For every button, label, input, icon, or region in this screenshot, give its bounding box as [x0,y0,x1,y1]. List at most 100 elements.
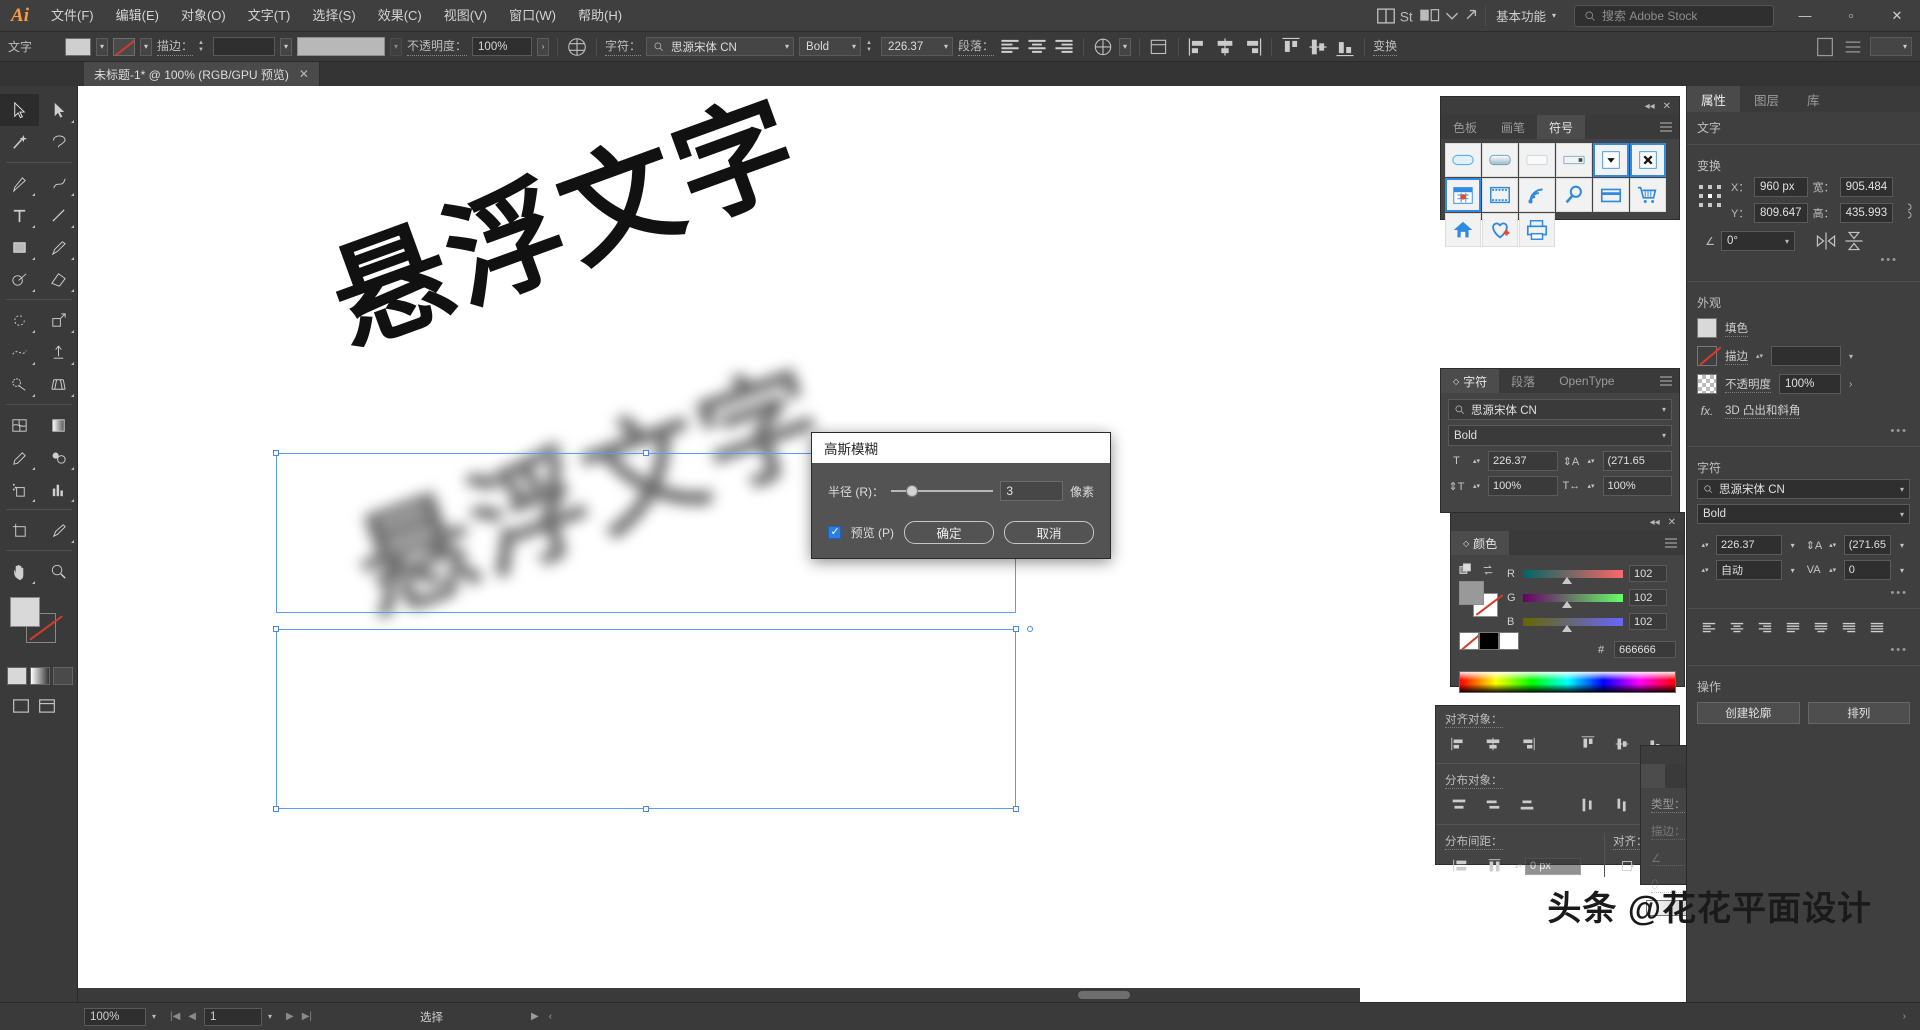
prop-leading-value[interactable]: (271.65 [1843,535,1891,555]
stroke-weight-dropdown-icon[interactable]: ▾ [280,37,293,56]
document-setup-icon[interactable] [1814,36,1836,58]
opacity-flyout-icon[interactable]: › [1849,379,1852,390]
leading-group[interactable]: ⇕A ▴▾ (271.65 [1563,451,1672,471]
stroke-dropdown-icon[interactable]: ▾ [140,37,152,56]
align-center-icon[interactable] [1026,36,1048,58]
tab-brushes[interactable]: 画笔 [1489,115,1537,139]
fill-swatch[interactable] [1459,581,1484,605]
menu-edit[interactable]: 编辑(E) [105,0,170,32]
menu-help[interactable]: 帮助(H) [567,0,633,32]
symbol-button-rounded-light[interactable] [1445,143,1481,177]
minimize-button[interactable]: — [1782,0,1828,32]
stepper-icon[interactable]: ▴▾ [1583,482,1600,490]
symbol-printer[interactable] [1519,213,1555,247]
align-right-icon[interactable] [1053,36,1075,58]
tool-direct-selection[interactable] [39,94,78,126]
stepper-icon[interactable]: ▴▾ [1825,566,1841,574]
collapse-icon[interactable]: ◂◂ [1645,101,1655,112]
character-more-options[interactable]: ••• [1687,585,1920,603]
height-input[interactable]: 435.993 [1839,203,1894,223]
tool-zoom[interactable] [39,555,78,587]
stroke-weight-stepper[interactable]: ▲ ▼ [198,40,208,53]
stroke-weight-stepper[interactable]: ▴▾ [1756,352,1763,360]
tool-shaper[interactable] [0,263,39,295]
menu-object[interactable]: 对象(O) [170,0,237,32]
selection-handle[interactable] [1013,626,1019,632]
symbols-panel[interactable]: ◂◂ ✕ 色板 画笔 符号 [1440,96,1680,247]
stepper-icon[interactable]: ▴▾ [1697,566,1713,574]
color-fill-stroke-swatches[interactable] [1459,581,1499,617]
black-swatch[interactable] [1479,632,1499,650]
stepper-icon[interactable]: ▴▾ [1583,457,1600,465]
radius-input[interactable]: 3 [1000,481,1063,501]
prop-kerning-group[interactable]: ▴▾ 自动 ▾ [1697,560,1801,580]
link-dimensions-icon[interactable] [1901,177,1915,224]
screen-mode-icon[interactable] [1419,5,1441,27]
fill-swatch[interactable] [1697,318,1717,338]
spacing-stepper[interactable]: ▴▾ [1515,862,1522,870]
selection-handle[interactable] [643,806,649,812]
tab-symbols[interactable]: 符号 [1537,115,1586,139]
symbol-magnifier[interactable] [1556,178,1592,212]
close-icon[interactable]: ✕ [1668,517,1676,528]
tool-paintbrush[interactable] [39,231,78,263]
chevron-down-icon[interactable]: ▾ [1785,566,1801,575]
prop-tracking-group[interactable]: VA ▴▾ 0 ▾ [1806,560,1910,580]
tool-pen[interactable] [0,167,39,199]
reference-point-widget[interactable] [1697,177,1723,212]
status-play-icon[interactable]: ▶ [531,1011,539,1022]
align-left-icon[interactable] [1445,733,1474,755]
align-left-icon[interactable] [999,36,1021,58]
status-expand-icon[interactable]: ‹ [549,1011,552,1022]
tool-gradient[interactable] [39,409,78,441]
b-knob[interactable] [1562,624,1572,632]
stroke-weight-input[interactable] [1771,346,1842,366]
tab-color[interactable]: ◇ 颜色 [1451,531,1510,555]
prop-tracking-value[interactable]: 0 [1843,560,1891,580]
stroke-profile-field[interactable] [297,37,386,56]
y-input[interactable]: 809.647 [1754,203,1808,223]
selection-anchor-dot[interactable] [1027,626,1033,632]
font-family-select[interactable]: 思源宋体 CN ▾ [646,37,795,56]
font-style-select[interactable]: Bold ▾ [799,37,862,56]
prop-font-size-group[interactable]: ▴▾ 226.37 ▾ [1697,535,1801,555]
para-justify-last-center-icon[interactable] [1809,618,1833,638]
prop-font-size-value[interactable]: 226.37 [1716,535,1782,555]
symbol-button-gradient[interactable] [1482,143,1518,177]
x-input[interactable]: 960 px [1754,177,1808,197]
tool-shape-builder[interactable] [0,368,39,400]
tool-free-transform[interactable] [39,336,78,368]
maximize-button[interactable]: ▫ [1828,0,1874,32]
flip-vertical-icon[interactable] [1843,230,1865,252]
arrange-button[interactable]: 排列 [1807,702,1910,724]
last-artboard-icon[interactable]: ▶| [302,1011,312,1022]
para-justify-all-icon[interactable] [1865,618,1889,638]
zoom-dropdown-icon[interactable]: ▾ [146,1012,162,1021]
paragraph-more-options[interactable]: ••• [1687,642,1920,660]
hex-value[interactable]: 666666 [1614,641,1676,658]
width-input[interactable]: 905.484 [1839,177,1894,197]
next-artboard-icon[interactable]: ▶ [286,1011,294,1022]
horizontal-scale-group[interactable]: T↔ ▴▾ 100% [1563,476,1672,496]
font-size-stepper[interactable]: ▲ ▼ [866,40,876,53]
units-select[interactable]: ▾ [1870,37,1912,56]
color-slider-b[interactable]: B 102 [1507,613,1676,632]
tool-width[interactable] [0,336,39,368]
color-slider-g[interactable]: G 102 [1507,589,1676,608]
chevron-down-icon[interactable]: ▾ [1849,352,1853,361]
tab-layers[interactable]: 图层 [1740,86,1793,112]
tool-mesh[interactable] [0,409,39,441]
tool-fill-swatch[interactable] [10,597,40,627]
share-icon[interactable] [1463,5,1485,27]
selection-handle[interactable] [273,450,279,456]
align-objects-top-icon[interactable] [1280,36,1302,58]
workspace-switcher[interactable]: 基本功能 ▾ [1484,5,1566,26]
menu-type[interactable]: 文字(T) [237,0,302,32]
align-objects-bottom-icon[interactable] [1334,36,1356,58]
menu-effect[interactable]: 效果(C) [367,0,433,32]
area-type-options-icon[interactable] [1148,36,1170,58]
font-family-field[interactable]: 思源宋体 CN ▾ [1448,399,1672,420]
canvas-horizontal-scrollbar[interactable] [78,988,1360,1002]
color-slider-r[interactable]: R 102 [1507,565,1676,584]
prop-font-family-select[interactable]: 思源宋体 CN ▾ [1697,479,1910,499]
